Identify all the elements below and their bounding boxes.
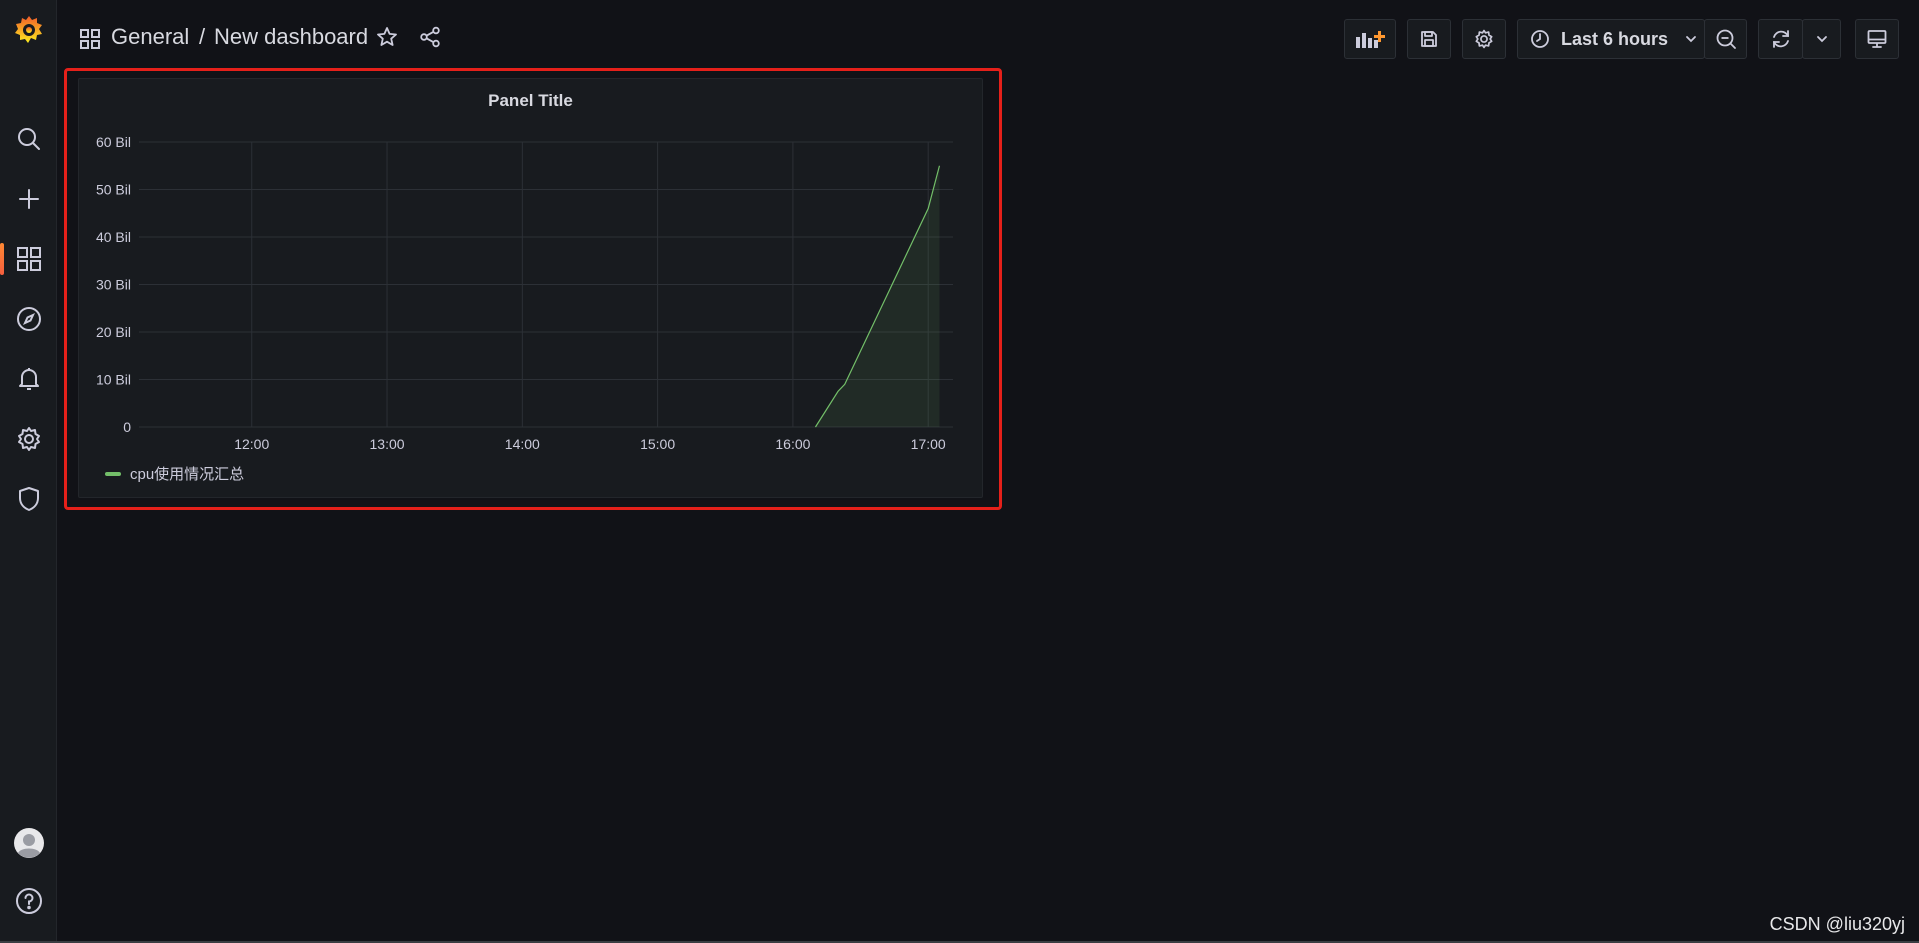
x-tick-label: 14:00 [505, 436, 540, 452]
graph-panel[interactable]: Panel Title 0 10 Bil 20 Bil 30 Bil 40 Bil 50 … [78, 78, 983, 498]
zoom-out-button[interactable] [1704, 19, 1747, 59]
tv-mode-icon [1867, 30, 1887, 48]
x-tick-label: 17:00 [911, 436, 946, 452]
y-tick-label: 40 Bil [96, 229, 131, 245]
explore-compass-icon[interactable] [0, 295, 57, 343]
alerting-bell-icon[interactable] [0, 355, 57, 403]
chevron-down-icon [1686, 36, 1696, 43]
y-tick-label: 60 Bil [96, 134, 131, 150]
dashboards-grid-icon [79, 28, 101, 55]
x-tick-label: 16:00 [775, 436, 810, 452]
search-icon[interactable] [0, 115, 57, 163]
help-icon[interactable] [0, 877, 57, 925]
x-tick-label: 15:00 [640, 436, 675, 452]
y-tick-label: 0 [123, 419, 131, 435]
x-tick-label: 12:00 [234, 436, 269, 452]
y-tick-label: 10 Bil [96, 372, 131, 388]
share-icon[interactable] [419, 26, 441, 53]
save-icon [1421, 31, 1437, 47]
watermark: CSDN @liu320yj [1769, 914, 1905, 934]
refresh-interval-chevron-icon [1816, 36, 1827, 43]
zoom-out-icon [1716, 29, 1736, 49]
time-picker-button[interactable]: Last 6 hours [1517, 19, 1705, 59]
refresh-button[interactable] [1758, 19, 1803, 59]
configuration-gear-icon[interactable] [0, 415, 57, 463]
y-tick-label: 20 Bil [96, 324, 131, 340]
sidebar [0, 0, 57, 943]
plus-icon[interactable] [0, 175, 57, 223]
series-area-fill [815, 165, 940, 427]
y-tick-label: 50 Bil [96, 182, 131, 198]
server-admin-shield-icon[interactable] [0, 475, 57, 523]
grafana-logo-icon[interactable] [0, 6, 57, 54]
user-avatar-icon[interactable] [0, 819, 57, 867]
clock-icon [1531, 30, 1549, 48]
add-panel-button[interactable] [1344, 19, 1396, 59]
refresh-interval-button[interactable] [1802, 19, 1841, 59]
tv-mode-button[interactable] [1855, 19, 1899, 59]
x-tick-label: 13:00 [370, 436, 405, 452]
dashboard-title[interactable]: New dashboard [214, 24, 368, 50]
panel-chart: 0 10 Bil 20 Bil 30 Bil 40 Bil 50 Bil 60 Bil 12:… [96, 134, 953, 452]
y-tick-label: 30 Bil [96, 277, 131, 293]
time-range-label: Last 6 hours [1561, 28, 1669, 49]
legend-item[interactable]: cpu使用情况汇总 [105, 463, 244, 484]
legend-swatch [105, 471, 121, 476]
settings-icon [1475, 29, 1493, 49]
top-navbar: General / New dashboard Last 6 hours [57, 0, 1919, 78]
breadcrumb-folder[interactable]: General [111, 24, 189, 50]
breadcrumb-separator: / [199, 24, 206, 49]
legend-label: cpu使用情况汇总 [130, 466, 245, 483]
star-icon[interactable] [376, 26, 398, 53]
dashboard-settings-button[interactable] [1462, 19, 1506, 59]
refresh-icon [1772, 30, 1789, 48]
save-dashboard-button[interactable] [1407, 19, 1451, 59]
add-panel-icon [1356, 31, 1385, 48]
dashboards-icon[interactable] [0, 235, 57, 283]
